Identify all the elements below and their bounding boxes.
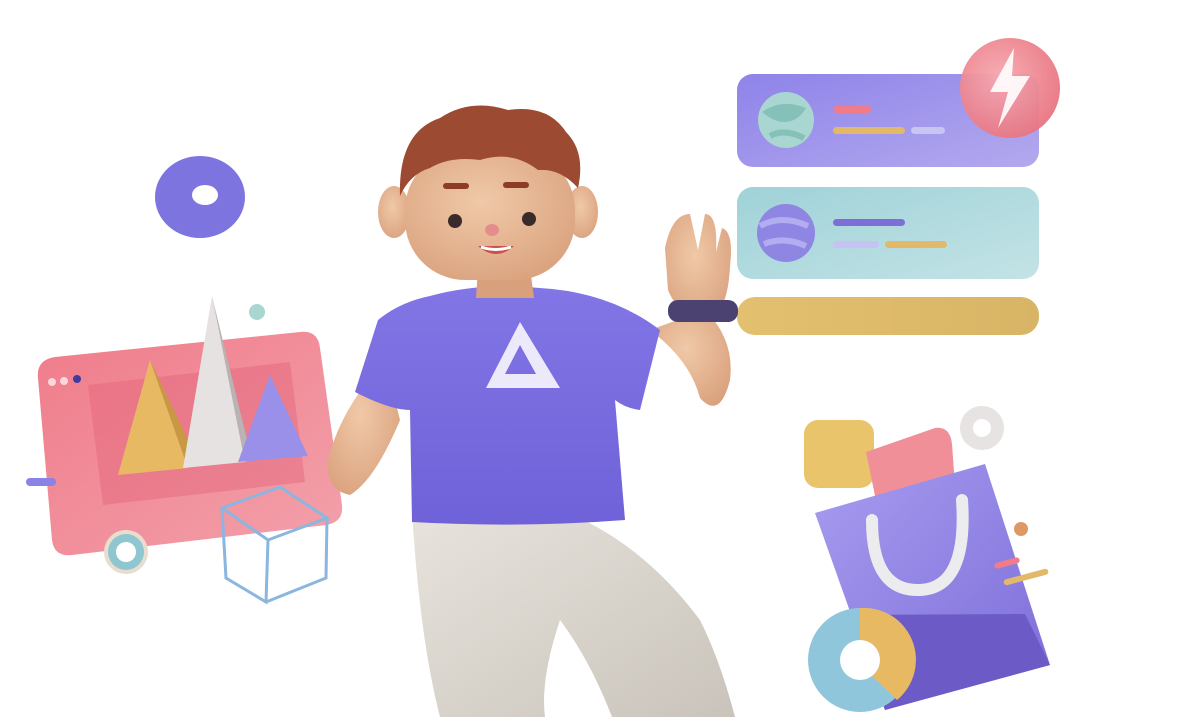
ring-icon	[104, 530, 148, 574]
small-sphere-icon	[249, 304, 265, 320]
shirt	[355, 286, 660, 525]
planet-avatar-icon	[757, 204, 815, 262]
small-sphere-icon	[1014, 522, 1028, 536]
illustration-canvas	[26, 38, 1060, 717]
ring-icon	[960, 406, 1004, 450]
pyramid-chart-icon	[26, 296, 343, 556]
illustration-scene	[0, 0, 1191, 717]
donut-icon	[155, 156, 245, 238]
donut-chart-icon	[808, 607, 916, 712]
wristband	[668, 300, 738, 322]
pants	[412, 507, 735, 717]
lightning-badge-icon	[960, 38, 1060, 138]
placeholder-bar-yellow	[737, 297, 1039, 335]
planet-avatar-icon	[758, 92, 814, 148]
character	[327, 105, 738, 717]
profile-card-teal	[737, 187, 1039, 279]
head	[378, 105, 598, 280]
